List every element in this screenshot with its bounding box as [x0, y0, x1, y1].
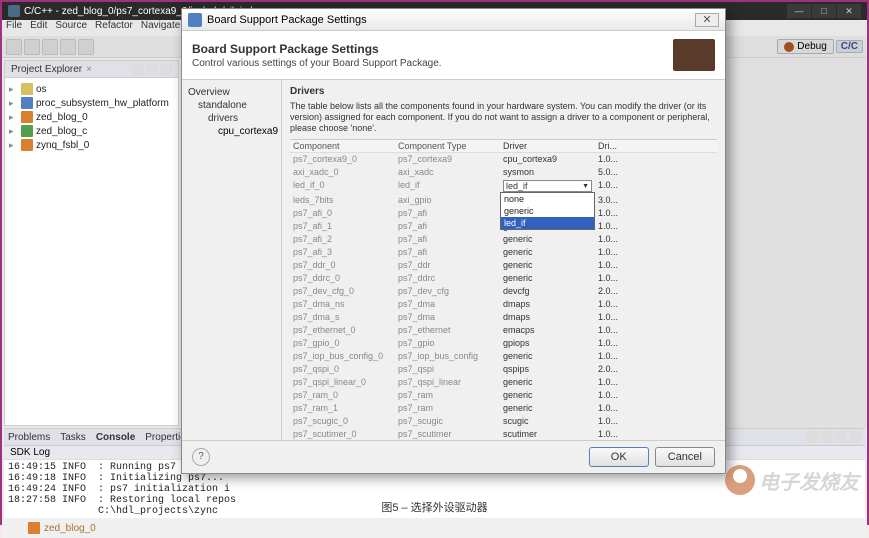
nav-standalone[interactable]: standalone: [186, 99, 277, 112]
tree-item[interactable]: ▸zed_blog_0: [7, 110, 176, 124]
maximize-button[interactable]: □: [812, 4, 836, 18]
figure-caption: 图5 – 选择外设驱动器: [369, 497, 499, 517]
table-row[interactable]: ps7_cortexa9_0ps7_cortexa9cpu_cortexa91.…: [290, 153, 717, 166]
table-row[interactable]: ps7_ddrc_0ps7_ddrcgeneric1.0...: [290, 272, 717, 285]
menu-source[interactable]: Source: [55, 20, 87, 36]
project-explorer-tab[interactable]: Project Explorer×: [5, 61, 178, 78]
dropdown-option[interactable]: led_if: [501, 217, 594, 229]
console-btn[interactable]: [835, 431, 847, 443]
console-btn[interactable]: [821, 431, 833, 443]
table-row[interactable]: ps7_scugic_0ps7_scugicscugic1.0...: [290, 415, 717, 428]
toolbar-button[interactable]: [60, 39, 76, 55]
table-row[interactable]: ps7_ram_0ps7_ramgeneric1.0...: [290, 389, 717, 402]
close-button[interactable]: ✕: [837, 4, 861, 18]
driver-dropdown: nonegenericled_if: [500, 192, 595, 230]
menu-icon[interactable]: [160, 63, 172, 75]
table-row[interactable]: ps7_qspi_0ps7_qspiqspips2.0...: [290, 363, 717, 376]
table-row[interactable]: ps7_ram_1ps7_ramgeneric1.0...: [290, 402, 717, 415]
dropdown-option[interactable]: none: [501, 193, 594, 205]
debug-perspective[interactable]: Debug: [777, 39, 833, 54]
app-icon: [8, 5, 20, 17]
dialog-header: Board Support Package Settings Control v…: [182, 31, 725, 80]
tab-console[interactable]: Console: [96, 431, 135, 443]
section-desc: The table below lists all the components…: [290, 101, 717, 133]
table-row[interactable]: ps7_iop_bus_config_0ps7_iop_bus_configge…: [290, 350, 717, 363]
project-tree: ▸os▸proc_subsystem_hw_platform▸zed_blog_…: [5, 78, 178, 156]
nav-cpu[interactable]: cpu_cortexa9: [186, 125, 277, 138]
menu-navigate[interactable]: Navigate: [141, 20, 180, 36]
table-row[interactable]: ps7_ethernet_0ps7_ethernetemacps1.0...: [290, 324, 717, 337]
bsp-settings-dialog: Board Support Package Settings ✕ Board S…: [181, 8, 726, 474]
minimize-button[interactable]: ―: [787, 4, 811, 18]
menu-file[interactable]: File: [6, 20, 22, 36]
table-row[interactable]: ps7_dma_sps7_dmadmaps1.0...: [290, 311, 717, 324]
status-text: zed_blog_0: [44, 523, 96, 534]
tree-item[interactable]: ▸os: [7, 82, 176, 96]
table-row[interactable]: ps7_qspi_linear_0ps7_qspi_lineargeneric1…: [290, 376, 717, 389]
dialog-title: Board Support Package Settings: [207, 14, 367, 26]
nav-drivers[interactable]: drivers: [186, 112, 277, 125]
table-row[interactable]: ps7_gpio_0ps7_gpiogpiops1.0...: [290, 337, 717, 350]
dialog-icon: [188, 13, 202, 27]
dialog-sub: Control various settings of your Board S…: [192, 58, 442, 69]
console-btn[interactable]: [807, 431, 819, 443]
console-btn[interactable]: [849, 431, 861, 443]
collapse-icon[interactable]: [132, 63, 144, 75]
driver-select[interactable]: led_if▼: [503, 180, 592, 192]
tab-problems[interactable]: Problems: [8, 431, 50, 443]
table-header: Component Component Type Driver Dri...: [290, 140, 717, 153]
driver-table: Component Component Type Driver Dri... p…: [290, 139, 717, 440]
dialog-titlebar: Board Support Package Settings ✕: [182, 9, 725, 31]
tab-tasks[interactable]: Tasks: [60, 431, 86, 443]
dialog-close-button[interactable]: ✕: [695, 13, 719, 27]
watermark: 电子发烧友: [725, 465, 859, 495]
toolbar-button[interactable]: [24, 39, 40, 55]
table-row[interactable]: ps7_afi_2ps7_afigeneric1.0...: [290, 233, 717, 246]
menu-refactor[interactable]: Refactor: [95, 20, 133, 36]
menu-edit[interactable]: Edit: [30, 20, 47, 36]
close-icon[interactable]: ×: [86, 64, 92, 75]
cc-perspective[interactable]: C/C: [836, 40, 863, 53]
dialog-heading: Board Support Package Settings: [192, 42, 442, 56]
ok-button[interactable]: OK: [589, 447, 649, 467]
statusbar: zed_blog_0: [2, 518, 867, 538]
table-row[interactable]: ps7_scutimer_0ps7_scutimerscutimer1.0...: [290, 428, 717, 440]
watermark-icon: [725, 465, 755, 495]
project-explorer-pane: Project Explorer× ▸os▸proc_subsystem_hw_…: [4, 60, 179, 426]
toolbar-button[interactable]: [42, 39, 58, 55]
table-row[interactable]: led_if_0led_ifled_if▼nonegenericled_if1.…: [290, 179, 717, 194]
tree-item[interactable]: ▸proc_subsystem_hw_platform: [7, 96, 176, 110]
dropdown-option[interactable]: generic: [501, 205, 594, 217]
dialog-main: Drivers The table below lists all the co…: [282, 80, 725, 440]
table-row[interactable]: axi_xadc_0axi_xadcsysmon5.0...: [290, 166, 717, 179]
table-row[interactable]: ps7_ddr_0ps7_ddrgeneric1.0...: [290, 259, 717, 272]
toolbar-button[interactable]: [78, 39, 94, 55]
tree-item[interactable]: ▸zed_blog_c: [7, 124, 176, 138]
section-title: Drivers: [290, 86, 717, 97]
table-row[interactable]: ps7_dev_cfg_0ps7_dev_cfgdevcfg2.0...: [290, 285, 717, 298]
help-button[interactable]: ?: [192, 448, 210, 466]
dialog-footer: ? OK Cancel: [182, 440, 725, 473]
bug-icon: [784, 42, 794, 52]
toolbar-button[interactable]: [6, 39, 22, 55]
dialog-banner-icon: [673, 39, 715, 71]
status-icon: [28, 522, 40, 534]
table-row[interactable]: ps7_dma_nsps7_dmadmaps1.0...: [290, 298, 717, 311]
dialog-nav: Overview standalone drivers cpu_cortexa9: [182, 80, 282, 440]
tree-item[interactable]: ▸zynq_fsbl_0: [7, 138, 176, 152]
link-icon[interactable]: [146, 63, 158, 75]
cancel-button[interactable]: Cancel: [655, 447, 715, 467]
nav-overview[interactable]: Overview: [186, 86, 277, 99]
table-row[interactable]: ps7_afi_3ps7_afigeneric1.0...: [290, 246, 717, 259]
